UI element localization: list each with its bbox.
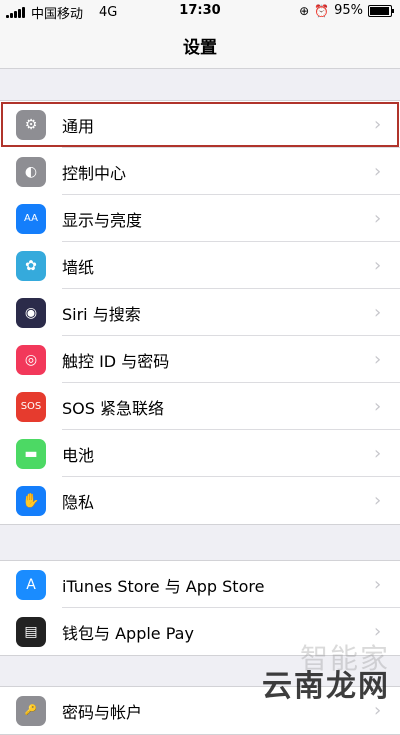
settings-row-label: 电池 [62,445,95,465]
rotation-lock-icon: ⊕ [299,3,310,18]
chevron-right-icon: › [374,114,382,135]
chevron-right-icon: › [374,161,382,182]
battery-percent: 95% [334,3,363,18]
chevron-right-icon: › [374,396,382,417]
battery-icon: ▬ [16,438,46,469]
nav-bar: 设置 [0,22,400,69]
settings-row-flower[interactable]: ✿ 墙纸 › [0,242,400,289]
settings-row-fingerprint[interactable]: ◎ 触控 ID 与密码 › [0,336,400,383]
gear-icon: ⚙ [16,109,46,140]
fingerprint-icon: ◎ [16,344,46,375]
settings-row-gear[interactable]: ⚙ 通用 › [0,101,400,148]
settings-row-toggles[interactable]: ◐ 控制中心 › [0,148,400,195]
settings-row-label: 隐私 [62,492,95,512]
siri-icon: ◉ [16,297,46,328]
text-size-icon: AA [16,203,46,234]
alarm-icon: ⏰ [314,3,330,18]
chevron-right-icon: › [374,574,382,595]
chevron-right-icon: › [374,208,382,229]
toggles-icon: ◐ [16,156,46,187]
settings-row-label: Siri 与搜索 [62,304,141,324]
page-title: 设置 [183,37,217,58]
wallet-icon: ▤ [16,616,46,647]
chevron-right-icon: › [374,302,382,323]
settings-row-label: iTunes Store 与 App Store [62,576,265,596]
settings-row-siri[interactable]: ◉ Siri 与搜索 › [0,289,400,336]
watermark: 云南龙网 [262,669,390,704]
hand-icon: ✋ [16,485,46,516]
status-bar: 中国移动 4G 17:30 ⊕ ⏰ 95% [0,0,400,22]
settings-row-label: 控制中心 [62,163,127,183]
settings-row-hand[interactable]: ✋ 隐私 › [0,477,400,524]
chevron-right-icon: › [374,443,382,464]
battery-icon [368,4,394,17]
settings-row-label: 显示与亮度 [62,210,143,230]
settings-row-battery[interactable]: ▬ 电池 › [0,430,400,477]
flower-icon: ✿ [16,250,46,281]
settings-row-app-store[interactable]: AiTunes Store 与 App Store › [0,561,400,608]
chevron-right-icon: › [374,490,382,511]
settings-group-1: ⚙ 通用 › ◐ 控制中心 › AA 显示与亮度 › ✿ 墙纸 › ◉ Siri 与搜索 › ◎ 触控 ID 与… [0,100,400,525]
settings-row-label: 触控 ID 与密码 [62,351,170,371]
settings-row-label: SOS 紧急联络 [62,398,164,418]
settings-row-label: 通用 [62,116,95,136]
status-right: ⊕ ⏰ 95% [299,3,394,18]
settings-row-text-size[interactable]: AA 显示与亮度 › [0,195,400,242]
settings-row-sos[interactable]: SOS SOS 紧急联络 › [0,383,400,430]
chevron-right-icon: › [374,255,382,276]
sos-icon: SOS [16,391,46,422]
chevron-right-icon: › [374,349,382,370]
settings-row-label: 墙纸 [62,257,95,277]
app-store-icon: A [16,569,46,600]
